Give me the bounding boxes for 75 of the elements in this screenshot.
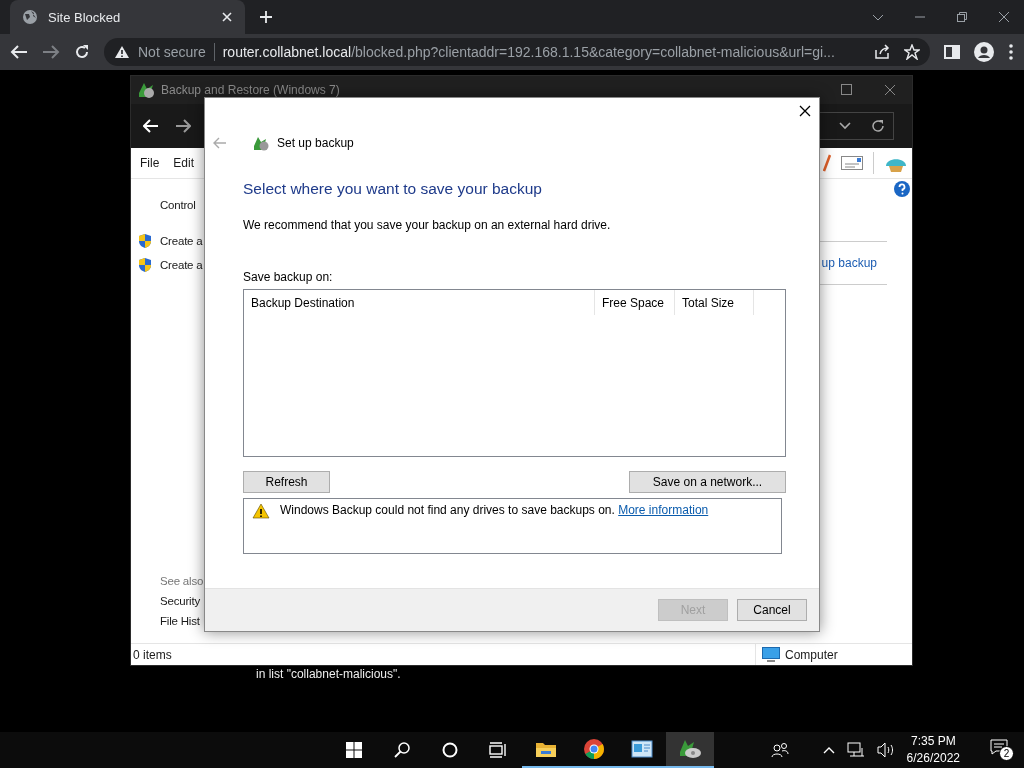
warning-icon bbox=[114, 45, 130, 59]
message-icon bbox=[990, 739, 1008, 755]
sidebar-link[interactable]: File Hist bbox=[160, 615, 200, 627]
forward-arrow-icon[interactable] bbox=[175, 119, 191, 133]
url-text: router.collabnet.local/blocked.php?clientaddr=192.168.1.15&category=collabnet-malicious&url=gi... bbox=[222, 44, 835, 60]
clock-date[interactable]: 6/26/2022 bbox=[906, 750, 960, 767]
task-view-icon[interactable] bbox=[489, 742, 507, 758]
notification-count: 2 bbox=[999, 746, 1014, 761]
dialog-title: Set up backup bbox=[277, 136, 354, 150]
browser-tab[interactable]: Site Blocked bbox=[10, 0, 245, 34]
warning-icon bbox=[252, 503, 270, 519]
network-icon[interactable] bbox=[846, 742, 865, 758]
menu-icon[interactable] bbox=[1008, 44, 1014, 60]
card-icon[interactable] bbox=[841, 156, 863, 170]
chrome-icon[interactable] bbox=[583, 738, 605, 760]
restore-icon[interactable] bbox=[956, 11, 968, 23]
blocked-message: in list "collabnet-malicious". bbox=[256, 667, 401, 681]
shield-icon bbox=[137, 233, 153, 249]
column-header[interactable]: Free Space bbox=[595, 290, 675, 315]
backup-app-icon bbox=[137, 81, 155, 99]
tab-title: Site Blocked bbox=[48, 9, 122, 25]
clock-time[interactable]: 7:35 PM bbox=[910, 733, 956, 750]
dialog-button[interactable]: Cancel bbox=[737, 599, 807, 621]
start-icon[interactable] bbox=[346, 742, 362, 758]
address-bar[interactable]: Not secure router.collabnet.local/blocked.php?clientaddr=192.168.1.15&category=collabnet-malicious&url=gi... bbox=[104, 38, 930, 66]
plus-icon[interactable] bbox=[259, 10, 273, 24]
zone-label: Computer bbox=[785, 647, 838, 662]
reload-icon[interactable] bbox=[74, 44, 90, 60]
task-link[interactable]: Create a bbox=[160, 235, 203, 247]
chevron-up-icon[interactable] bbox=[822, 746, 835, 754]
notifications-button[interactable]: 2 bbox=[990, 739, 1014, 761]
forward-arrow-icon[interactable] bbox=[42, 44, 60, 60]
backup-app-icon[interactable] bbox=[678, 738, 702, 760]
star-icon[interactable] bbox=[904, 44, 920, 60]
share-icon[interactable] bbox=[874, 44, 890, 60]
warning-message: Windows Backup could not find any drives to save backups on. More information bbox=[280, 503, 709, 517]
control-panel-icon[interactable] bbox=[631, 740, 653, 758]
backup-app-icon bbox=[253, 135, 269, 151]
task-link[interactable]: Create a bbox=[160, 259, 203, 271]
taskbar-app[interactable] bbox=[666, 732, 714, 768]
save-on-network-button[interactable]: Save on a network... bbox=[629, 471, 786, 493]
destination-list[interactable]: Backup Destination Free Space Total Size bbox=[243, 289, 786, 457]
menu-item[interactable]: File bbox=[140, 156, 160, 170]
more-information-link[interactable]: More information bbox=[618, 503, 709, 517]
close-icon[interactable] bbox=[799, 105, 811, 117]
refresh-button[interactable]: Refresh bbox=[243, 471, 330, 493]
intro-text: We recommend that you save your backup on an external hard drive. bbox=[243, 218, 612, 232]
list-label: Save backup on: bbox=[243, 270, 334, 284]
help-icon[interactable] bbox=[894, 181, 910, 197]
sidebar-link[interactable]: Security bbox=[160, 595, 200, 607]
sidebar-icon[interactable] bbox=[944, 44, 960, 60]
circle-icon[interactable] bbox=[442, 742, 458, 758]
pencil-icon[interactable] bbox=[823, 154, 831, 172]
sidebar-link[interactable]: Control bbox=[160, 199, 196, 211]
link[interactable]: up backup bbox=[821, 256, 877, 270]
refresh-icon[interactable] bbox=[871, 119, 885, 133]
shield-icon bbox=[137, 257, 153, 273]
column-header[interactable]: Total Size bbox=[675, 290, 754, 315]
maximize-icon[interactable] bbox=[841, 84, 852, 95]
window-title: Backup and Restore (Windows 7) bbox=[161, 83, 340, 97]
close-icon[interactable] bbox=[998, 11, 1010, 23]
volume-icon[interactable] bbox=[876, 742, 895, 758]
column-header[interactable]: Backup Destination bbox=[244, 290, 595, 315]
section-heading: See also bbox=[160, 575, 204, 587]
profile-icon[interactable] bbox=[974, 42, 994, 62]
menu-item[interactable]: Edit bbox=[173, 156, 195, 170]
search-icon[interactable] bbox=[394, 742, 410, 758]
security-label: Not secure bbox=[138, 44, 206, 60]
globe-icon bbox=[22, 9, 38, 25]
chevron-down-icon[interactable] bbox=[839, 122, 851, 130]
people-icon[interactable] bbox=[770, 742, 789, 758]
status-text: 0 items bbox=[133, 647, 172, 662]
monitor-icon bbox=[762, 647, 780, 662]
folder-icon[interactable] bbox=[535, 740, 557, 758]
dialog-heading: Select where you want to save your backup bbox=[243, 180, 543, 198]
